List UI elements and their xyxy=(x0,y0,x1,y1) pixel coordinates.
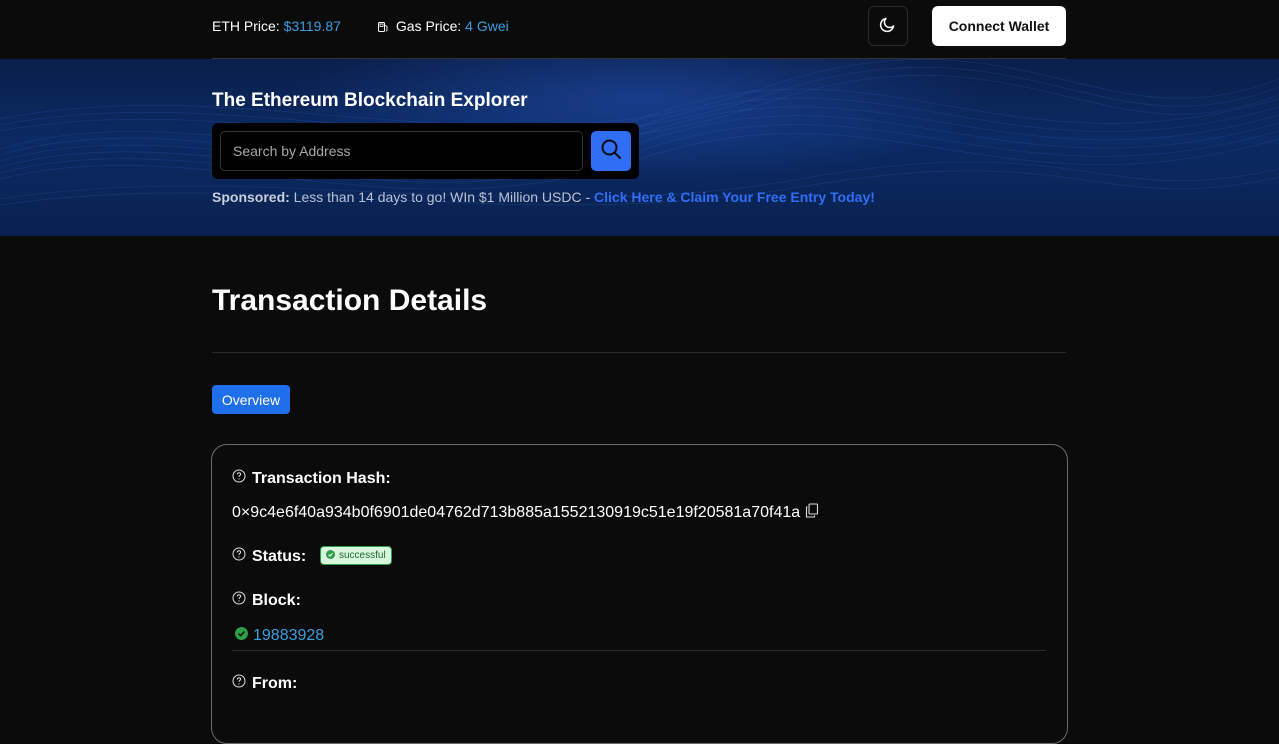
status-label: Status: xyxy=(252,547,307,565)
tab-overview[interactable]: Overview xyxy=(212,385,290,414)
page-title: Transaction Details xyxy=(212,284,488,317)
theme-toggle-button[interactable] xyxy=(868,6,908,46)
search-input[interactable] xyxy=(220,131,583,171)
sponsored-banner: Sponsored: Less than 14 days to go! WIn … xyxy=(212,189,875,205)
connect-wallet-button[interactable]: Connect Wallet xyxy=(932,6,1066,46)
copy-icon[interactable] xyxy=(805,503,819,523)
block-number-link[interactable]: 19883928 xyxy=(253,627,324,645)
eth-price-value: $3119.87 xyxy=(283,18,341,34)
wave-background xyxy=(0,59,1279,206)
help-circle-icon[interactable] xyxy=(232,674,246,693)
transaction-hash-label: Transaction Hash: xyxy=(252,469,391,487)
transaction-details-card xyxy=(211,444,1068,744)
gas-price-value: 4 Gwei xyxy=(465,18,509,34)
title-divider xyxy=(212,352,1066,353)
top-navbar: ETH Price: $3119.87 Gas Price: 4 Gwei Co… xyxy=(0,0,1279,58)
sponsored-label: Sponsored: xyxy=(212,189,290,205)
gas-price: Gas Price: 4 Gwei xyxy=(377,18,509,36)
search-icon xyxy=(600,138,622,165)
help-circle-icon[interactable] xyxy=(232,547,246,566)
transaction-hash-row: 0×9c4e6f40a934b0f6901de04762d713b885a155… xyxy=(232,503,819,523)
status-badge: successful xyxy=(320,546,392,565)
transaction-hash-field: Transaction Hash: xyxy=(232,469,391,488)
block-label: Block: xyxy=(252,591,301,609)
sponsored-link[interactable]: Click Here & Claim Your Free Entry Today… xyxy=(594,189,875,205)
transaction-hash-value: 0×9c4e6f40a934b0f6901de04762d713b885a155… xyxy=(232,504,801,521)
moon-icon xyxy=(879,15,897,38)
fuel-pump-icon xyxy=(377,20,389,36)
eth-price: ETH Price: $3119.87 xyxy=(212,18,341,34)
sponsored-text: Less than 14 days to go! WIn $1 Million … xyxy=(293,189,595,205)
block-row: 19883928 xyxy=(235,627,324,645)
check-circle-icon xyxy=(235,627,248,645)
from-field: From: xyxy=(232,674,297,693)
hero-title: The Ethereum Blockchain Explorer xyxy=(212,90,528,111)
eth-price-label: ETH Price: xyxy=(212,18,280,34)
search-button[interactable] xyxy=(591,131,631,171)
search-bar xyxy=(212,123,639,179)
gas-price-label: Gas Price: xyxy=(395,18,462,34)
help-circle-icon[interactable] xyxy=(232,591,246,610)
block-field: Block: xyxy=(232,591,301,610)
block-divider xyxy=(232,650,1046,651)
from-label: From: xyxy=(252,674,298,692)
help-circle-icon[interactable] xyxy=(232,469,246,488)
status-value: successful xyxy=(339,550,386,561)
status-field: Status: xyxy=(232,547,306,566)
check-circle-icon xyxy=(326,549,335,562)
hero-banner: The Ethereum Blockchain Explorer Sponsor… xyxy=(0,59,1279,236)
